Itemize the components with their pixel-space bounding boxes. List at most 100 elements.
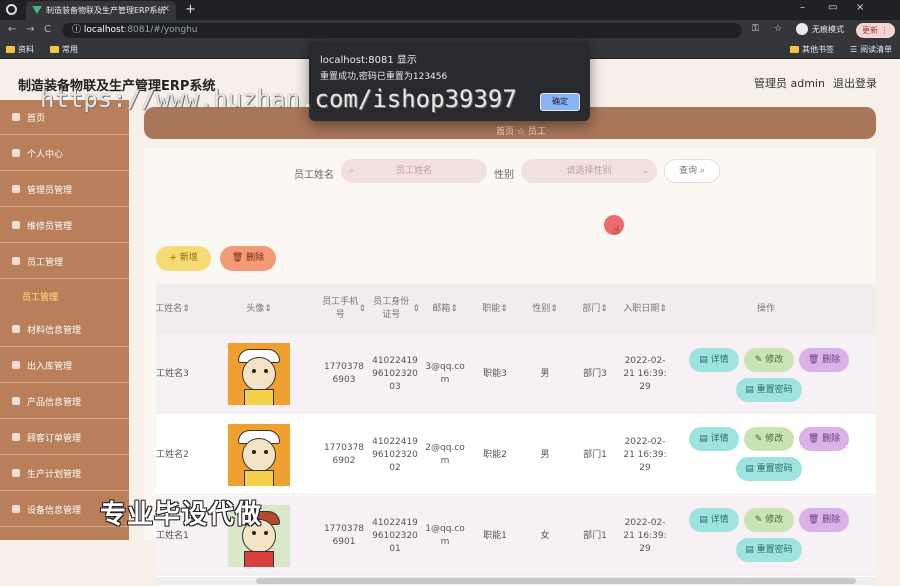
sidebar-item-employees[interactable]: 员工管理 <box>0 244 129 279</box>
bookmark-label: 其他书签 <box>802 45 834 54</box>
cell-dept: 部门1 <box>583 449 607 460</box>
delete-button[interactable]: 🗑 删除 <box>220 246 276 271</box>
sidebar-item-repairers[interactable]: 维修员管理 <box>0 208 129 243</box>
sidebar-item-profile[interactable]: 个人中心 <box>0 136 129 171</box>
browser-tab[interactable]: 制造装备物联及生产管理ERP系统 × <box>26 1 176 20</box>
column-header[interactable]: 职能 ⇕ <box>472 284 518 334</box>
sidebar-item-stock[interactable]: 出入库管理 <box>0 348 129 383</box>
tab-close-icon[interactable]: × <box>162 4 170 14</box>
cell-gender: 女 <box>540 530 550 541</box>
reset-password-button[interactable]: ▤ 重置密码 <box>736 457 802 481</box>
bookmark-folder[interactable]: 常用 <box>50 44 78 55</box>
cell-date: 2022-02-21 16:39:29 <box>623 517 667 554</box>
tab-title: 制造装备物联及生产管理ERP系统 <box>46 6 166 15</box>
cell-phone: 17703786903 <box>323 362 365 385</box>
breadcrumb-text: 首页 ☆ 员工 <box>496 127 546 137</box>
remove-button[interactable]: 🗑 删除 <box>799 508 849 532</box>
remove-label: 删除 <box>822 434 841 444</box>
new-tab-button[interactable]: + <box>185 2 196 17</box>
key-icon[interactable]: ⚿ <box>752 24 759 34</box>
sidebar-item-plans[interactable]: 生产计划管理 <box>0 456 129 491</box>
sidebar-item-label: 维修员管理 <box>27 221 73 232</box>
trash-icon: 🗑 <box>231 253 247 263</box>
name-label: 员工姓名 <box>294 170 334 181</box>
cell-gender: 男 <box>540 368 550 379</box>
sidebar-item-orders[interactable]: 顾客订单管理 <box>0 420 129 455</box>
breadcrumb-home[interactable]: 首页 <box>496 127 514 137</box>
maximize-button[interactable]: ▭ <box>828 2 837 13</box>
edit-button[interactable]: ✎ 修改 <box>744 508 794 532</box>
star-icon[interactable]: ☆ <box>774 24 782 34</box>
detail-button[interactable]: ▤ 详情 <box>689 348 739 372</box>
reset-password-button[interactable]: ▤ 重置密码 <box>736 538 802 562</box>
breadcrumb-current: 员工 <box>527 127 546 137</box>
back-button[interactable]: ← <box>8 24 16 35</box>
sidebar-item-admins[interactable]: 管理员管理 <box>0 172 129 207</box>
minimize-button[interactable]: – <box>800 2 805 13</box>
sidebar-item-products[interactable]: 产品信息管理 <box>0 384 129 419</box>
name-placeholder: 员工姓名 <box>395 166 432 176</box>
url-field[interactable]: ⓘ localhost:8081/#/yonghu <box>62 23 742 38</box>
column-header[interactable]: 性别 ⇕ <box>522 284 568 334</box>
horizontal-scrollbar[interactable] <box>156 577 876 585</box>
sidebar-item-materials[interactable]: 材料信息管理 <box>0 312 129 347</box>
edit-button[interactable]: ✎ 修改 <box>744 348 794 372</box>
incognito-label: 无痕模式 <box>812 24 844 34</box>
cell-date: 2022-02-21 16:39:29 <box>623 436 667 473</box>
incognito-indicator[interactable]: 无痕模式 <box>796 23 844 35</box>
edit-label: 修改 <box>765 355 784 365</box>
sidebar-item-label: 生产计划管理 <box>27 469 82 480</box>
cell-email: 2@qq.com <box>425 443 465 466</box>
plus-icon: + <box>169 253 180 263</box>
detail-label: 详情 <box>710 434 729 444</box>
remove-button[interactable]: 🗑 删除 <box>799 427 849 451</box>
cell-dept: 部门3 <box>583 368 607 379</box>
table-row: 员工姓名1 17703786901 410224199610232001 1@q… <box>156 496 876 576</box>
forward-button[interactable]: → <box>26 24 34 35</box>
scrollbar-thumb[interactable] <box>256 578 856 584</box>
column-header[interactable]: 头像 ⇕ <box>214 284 304 334</box>
column-header[interactable]: 邮箱 ⇕ <box>422 284 468 334</box>
gender-select[interactable]: 请选择性别 ⌄ <box>521 159 657 183</box>
cell-name: 员工姓名3 <box>156 368 189 379</box>
bookmark-folder[interactable]: 其他书签 <box>790 44 834 55</box>
update-button[interactable]: 更新 ⋮ <box>856 23 895 38</box>
column-header: 操作 <box>756 303 775 314</box>
column-header[interactable]: 入职日期 ⇕ <box>622 284 668 334</box>
cell-email: 3@qq.com <box>425 362 465 385</box>
grid-icon <box>12 505 20 513</box>
document-icon: ▤ <box>699 355 711 365</box>
column-header[interactable]: 员工手机号 ⇕ <box>322 284 366 334</box>
detail-button[interactable]: ▤ 详情 <box>689 508 739 532</box>
incognito-avatar-icon <box>796 23 808 35</box>
detail-button[interactable]: ▤ 详情 <box>689 427 739 451</box>
add-button[interactable]: + 新增 <box>156 246 211 271</box>
detail-label: 详情 <box>710 515 729 525</box>
reading-list-icon: ☰ <box>850 45 858 54</box>
reset-label: 重置密码 <box>756 545 793 555</box>
cell-phone: 17703786902 <box>323 443 365 466</box>
query-button[interactable]: 查询 ⌕ <box>664 159 720 183</box>
search-icon: ⌕ <box>349 166 355 176</box>
reload-button[interactable]: C <box>44 24 51 35</box>
bookmark-label: 资料 <box>18 45 34 54</box>
reading-list[interactable]: ☰ 阅读清单 <box>850 44 892 55</box>
info-icon: ⓘ <box>72 25 84 35</box>
bookmark-folder[interactable]: 资料 <box>6 44 34 55</box>
reset-label: 重置密码 <box>756 464 793 474</box>
remove-label: 删除 <box>822 355 841 365</box>
remove-button[interactable]: 🗑 删除 <box>799 348 849 372</box>
close-window-button[interactable]: × <box>856 2 864 13</box>
dialog-ok-button[interactable]: 确定 <box>540 93 580 111</box>
edit-button[interactable]: ✎ 修改 <box>744 427 794 451</box>
name-search-input[interactable]: ⌕ 员工姓名 <box>341 159 487 183</box>
sidebar-subitem-employees[interactable]: 员工管理 <box>0 288 129 308</box>
column-header[interactable]: 员工姓名 ⇕ <box>156 284 192 334</box>
column-header[interactable]: 员工身份证号 ⇕ <box>370 284 420 334</box>
avatar <box>228 424 290 486</box>
logout-link[interactable]: 退出登录 <box>833 75 877 91</box>
content-panel: 员工姓名 ⌕ 员工姓名 性别 请选择性别 ⌄ 查询 ⌕ + 新增 🗑 删除 员工… <box>144 148 876 586</box>
column-header[interactable]: 部门 ⇕ <box>572 284 618 334</box>
reset-password-button[interactable]: ▤ 重置密码 <box>736 378 802 402</box>
incognito-icon <box>6 4 17 15</box>
